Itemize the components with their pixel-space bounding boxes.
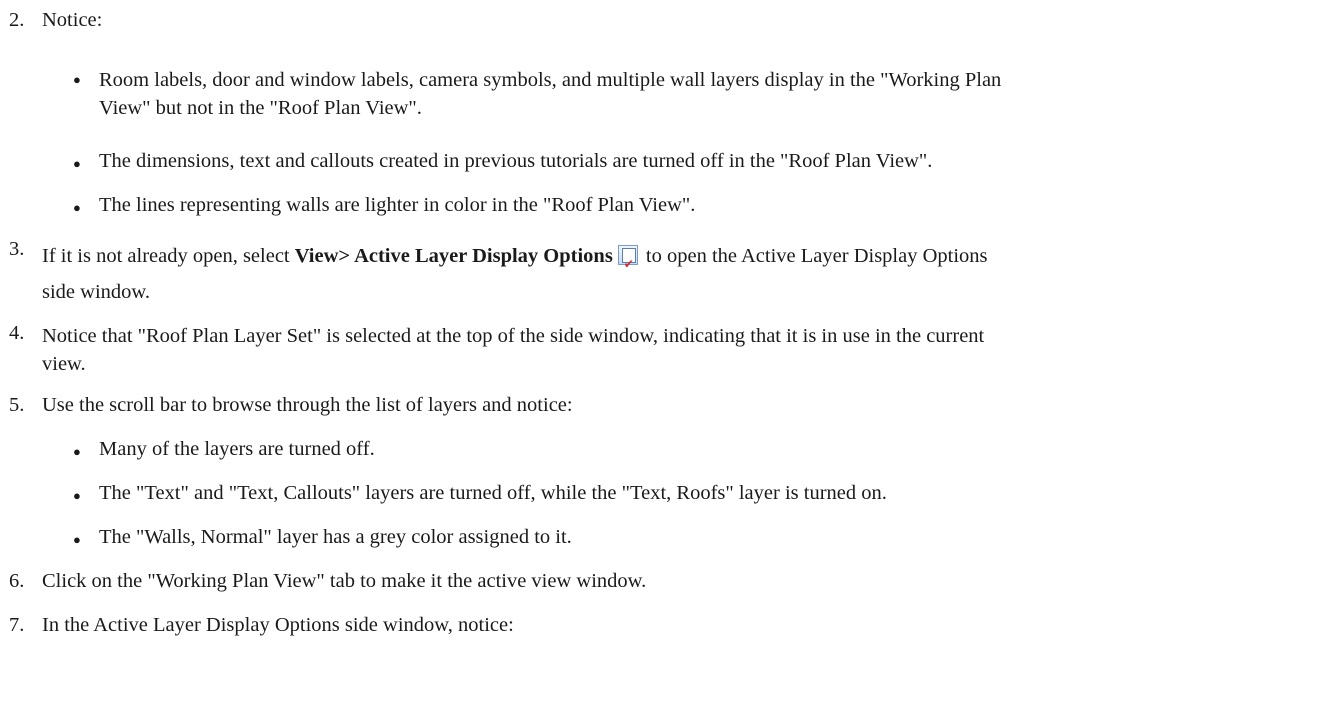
step-number: 5.: [9, 394, 25, 416]
bullet-text: The "Text" and "Text, Callouts" layers a…: [99, 482, 887, 504]
bullet-icon: ●: [73, 200, 81, 215]
bullet-text: The dimensions, text and callouts create…: [99, 150, 933, 172]
step-number: 6.: [9, 570, 25, 592]
bullet-text: Many of the layers are turned off.: [99, 438, 375, 460]
bullet-icon: ●: [73, 444, 81, 459]
step-text: Click on the "Working Plan View" tab to …: [42, 570, 647, 592]
step-text: Notice that "Roof Plan Layer Set" is sel…: [42, 325, 985, 375]
bullet-icon: ●: [73, 156, 81, 171]
bullet-text: The lines representing walls are lighter…: [99, 194, 696, 216]
step-text: Notice:: [42, 9, 103, 31]
bullet-text: The "Walls, Normal" layer has a grey col…: [99, 526, 572, 548]
step-number: 3.: [9, 238, 25, 260]
bullet-icon: ●: [73, 488, 81, 503]
bullet-icon: ●: [73, 532, 81, 547]
bullet-icon: ●: [73, 72, 81, 87]
step-text: If it is not already open, select View> …: [42, 238, 1305, 310]
step-number: 2.: [9, 9, 25, 31]
step-number: 4.: [9, 322, 25, 344]
menu-path: View> Active Layer Display Options: [294, 245, 613, 267]
active-layer-display-options-icon: [617, 245, 638, 282]
step-text: Use the scroll bar to browse through the…: [42, 394, 573, 416]
step-number: 7.: [9, 614, 25, 636]
bullet-text: Room labels, door and window labels, cam…: [99, 69, 1002, 119]
step-text: In the Active Layer Display Options side…: [42, 614, 514, 636]
